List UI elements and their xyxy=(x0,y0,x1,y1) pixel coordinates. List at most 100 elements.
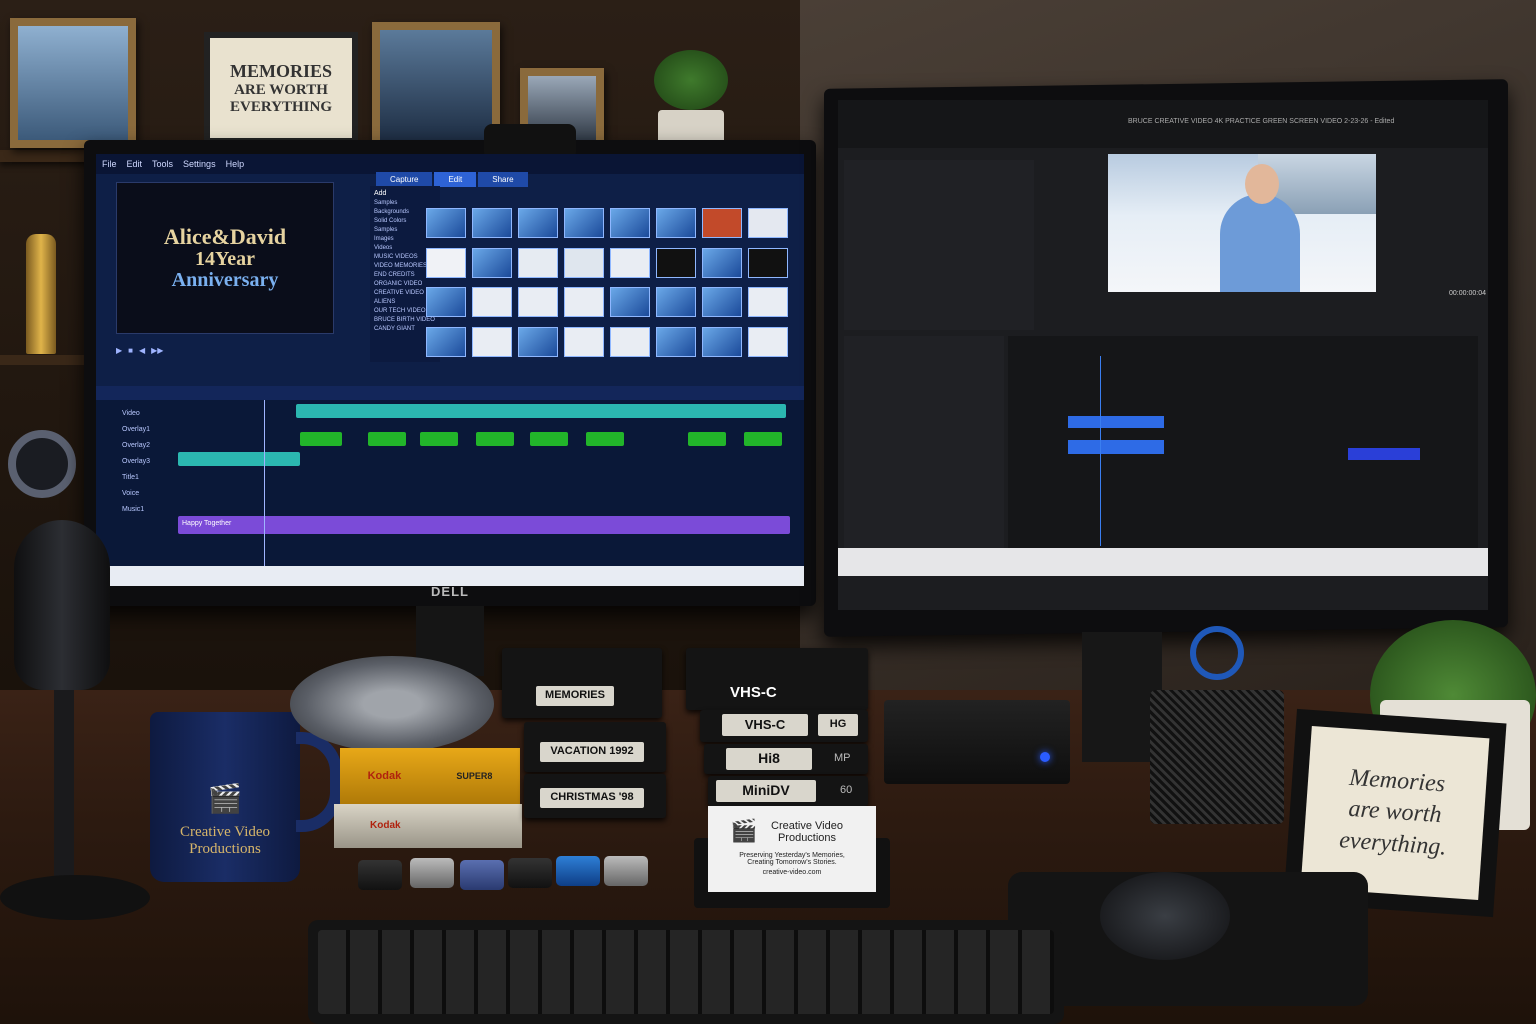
media-thumbnail[interactable] xyxy=(656,208,696,238)
overlay-clip[interactable] xyxy=(688,432,726,446)
vhs-c-tape: VHS-C xyxy=(686,648,868,710)
menu-item-edit[interactable]: Edit xyxy=(127,159,143,169)
media-thumbnail[interactable] xyxy=(748,208,788,238)
timeline-clip[interactable] xyxy=(1348,448,1420,460)
film-reel-shelf xyxy=(8,430,76,498)
media-thumbnail[interactable] xyxy=(426,326,466,357)
playhead[interactable] xyxy=(264,400,265,566)
pen-holder xyxy=(1150,690,1284,824)
media-thumbnail[interactable] xyxy=(656,287,696,317)
media-thumbnail[interactable] xyxy=(564,247,604,278)
media-thumbnail[interactable] xyxy=(564,208,604,238)
track-label: Voice xyxy=(122,490,140,497)
stop-icon[interactable]: ■ xyxy=(128,346,133,356)
overlay-clip[interactable] xyxy=(368,432,406,446)
tape-tag: 60 xyxy=(840,784,853,796)
photo-frame-boy xyxy=(10,18,136,148)
media-thumbnail[interactable] xyxy=(426,247,466,278)
title-clip[interactable] xyxy=(178,452,300,466)
overlay-clip[interactable] xyxy=(586,432,624,446)
media-thumbnail[interactable] xyxy=(472,326,512,357)
track-label: Overlay1 xyxy=(122,426,151,433)
menu-bar: File Edit Tools Settings Help xyxy=(96,154,804,174)
media-thumbnail[interactable] xyxy=(656,326,696,357)
usb-drive xyxy=(358,860,402,890)
media-thumbnail[interactable] xyxy=(702,326,742,357)
media-thumbnail[interactable] xyxy=(702,208,742,238)
tab-edit[interactable]: Edit xyxy=(434,172,477,187)
media-thumbnail[interactable] xyxy=(656,247,696,278)
media-thumbnail[interactable] xyxy=(702,287,742,317)
prev-frame-icon[interactable]: ◀ xyxy=(139,346,145,356)
audio-clip[interactable]: Happy Together xyxy=(178,516,790,534)
media-thumbnail[interactable] xyxy=(564,287,604,317)
video-editor-app: File Edit Tools Settings Help Capture Ed… xyxy=(96,154,804,586)
preview-title-line: 14Year xyxy=(195,247,255,270)
play-icon[interactable]: ▶ xyxy=(116,346,122,356)
media-thumbnail[interactable] xyxy=(426,287,466,317)
media-thumbnail[interactable] xyxy=(518,287,558,317)
menu-item-file[interactable]: File xyxy=(102,159,117,169)
overlay-clip[interactable] xyxy=(476,432,514,446)
film-box-kodak: Kodak SUPER8 xyxy=(340,748,520,804)
menu-item-tools[interactable]: Tools xyxy=(152,159,173,169)
tape-format: VHS-C xyxy=(730,684,777,701)
taskbar xyxy=(838,548,1488,576)
next-frame-icon[interactable]: ▶▶ xyxy=(151,346,163,356)
vhs-tape: MEMORIES xyxy=(502,648,662,718)
media-thumbnail[interactable] xyxy=(748,247,788,278)
tape-format: VHS-C xyxy=(722,714,808,736)
tape-label: MEMORIES xyxy=(536,686,614,706)
tape-tag: HG xyxy=(818,714,858,736)
overlay-clip[interactable] xyxy=(300,432,342,446)
media-thumbnail[interactable] xyxy=(518,247,558,278)
media-thumbnail[interactable] xyxy=(472,287,512,317)
trophy xyxy=(26,234,56,354)
media-thumbnail[interactable] xyxy=(610,326,650,357)
vhs-c-tape: VHS-C HG xyxy=(700,710,868,742)
playhead[interactable] xyxy=(1100,356,1101,546)
computer-mouse[interactable] xyxy=(1100,872,1230,960)
media-thumbnail[interactable] xyxy=(564,326,604,357)
film-reel-stack xyxy=(290,656,494,752)
track-label: Overlay2 xyxy=(122,442,151,449)
media-thumbnail[interactable] xyxy=(610,247,650,278)
card-tagline-line: Preserving Yesterday's Memories, xyxy=(739,852,845,859)
film-box-label: Kodak xyxy=(367,770,402,782)
keyboard[interactable] xyxy=(308,920,1064,1024)
potted-plant-shelf xyxy=(648,50,734,154)
media-thumbnail[interactable] xyxy=(748,326,788,357)
media-thumbnail[interactable] xyxy=(472,247,512,278)
pro-editor-app: BRUCE CREATIVE VIDEO 4K PRACTICE GREEN S… xyxy=(838,100,1488,610)
tab-capture[interactable]: Capture xyxy=(376,172,433,187)
library-item[interactable]: Samples xyxy=(374,200,436,206)
wall-sign-line: ARE WORTH xyxy=(234,81,328,98)
overlay-clip[interactable] xyxy=(420,432,458,446)
vhs-tape: VACATION 1992 xyxy=(524,722,666,772)
mug-text-line: Productions xyxy=(189,841,261,857)
menu-item-settings[interactable]: Settings xyxy=(183,159,216,169)
overlay-clip[interactable] xyxy=(744,432,782,446)
media-thumbnail[interactable] xyxy=(748,287,788,317)
menu-item-help[interactable]: Help xyxy=(226,159,245,169)
track-label: Overlay3 xyxy=(122,458,151,465)
media-thumbnail[interactable] xyxy=(426,208,466,238)
media-thumbnail[interactable] xyxy=(610,287,650,317)
tab-share[interactable]: Share xyxy=(478,172,528,187)
usb-drive xyxy=(460,860,504,890)
media-thumbnail[interactable] xyxy=(472,208,512,238)
track-label: Music1 xyxy=(122,506,145,513)
card-tagline-line: Creating Tomorrow's Stories. xyxy=(747,859,837,866)
media-thumbnail[interactable] xyxy=(702,247,742,278)
video-clip-track[interactable] xyxy=(296,404,786,418)
timeline-clip[interactable] xyxy=(1068,440,1164,454)
library-header: Add xyxy=(374,190,387,197)
overlay-clip[interactable] xyxy=(530,432,568,446)
tape-label: VACATION 1992 xyxy=(540,742,644,762)
timeline-clip[interactable] xyxy=(1068,416,1164,428)
media-thumbnail[interactable] xyxy=(518,326,558,357)
media-thumbnail[interactable] xyxy=(518,208,558,238)
wall-sign-line: MEMORIES xyxy=(229,60,332,81)
preview-title-line: Alice&David xyxy=(163,224,287,250)
media-thumbnail[interactable] xyxy=(610,208,650,238)
